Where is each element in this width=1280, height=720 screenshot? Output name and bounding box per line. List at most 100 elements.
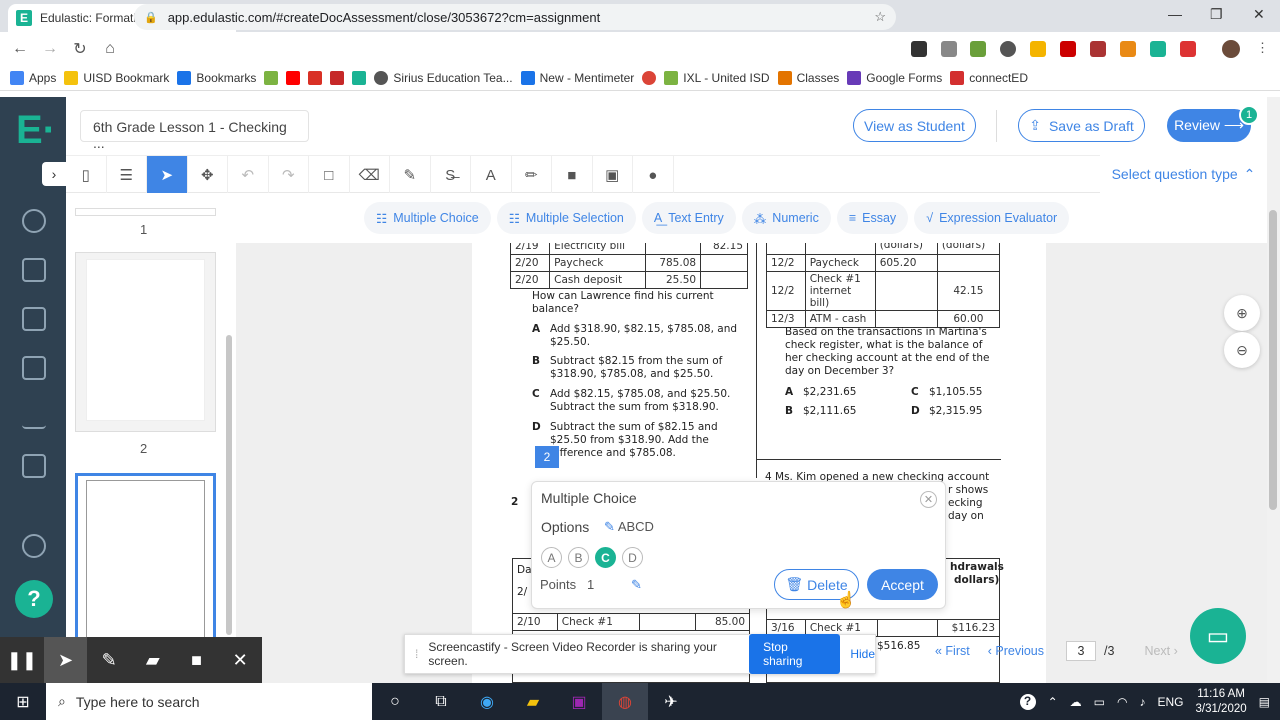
undo-icon[interactable]: ↶ xyxy=(228,156,269,194)
battery-icon[interactable]: ▭ xyxy=(1094,695,1105,709)
extension-icon[interactable] xyxy=(970,41,986,57)
save-as-draft-button[interactable]: ⇪ Save as Draft xyxy=(1018,109,1145,142)
bookmark-edulastic[interactable] xyxy=(352,71,367,85)
page-scrollbar-thumb[interactable] xyxy=(1269,210,1277,510)
bookmark-apps[interactable]: Apps xyxy=(10,71,56,85)
question-marker[interactable]: 2 xyxy=(535,446,559,468)
expression-evaluator-button[interactable]: √ Expression Evaluator xyxy=(914,202,1070,234)
page-thumbnail-1-edge[interactable] xyxy=(75,208,216,216)
bookmark-f[interactable] xyxy=(330,71,345,85)
playlist-icon[interactable] xyxy=(22,307,46,331)
cursor-tool-icon[interactable]: ➤ xyxy=(43,637,88,683)
extension-scissors-icon[interactable] xyxy=(941,41,957,57)
forward-icon[interactable]: → xyxy=(35,40,65,58)
comment-icon[interactable]: ● xyxy=(633,156,674,194)
pointer-icon[interactable]: ➤ xyxy=(147,156,188,194)
help-icon[interactable]: ? xyxy=(15,580,53,618)
onedrive-icon[interactable]: ☁ xyxy=(1070,695,1082,709)
bookmark-sirius[interactable]: Sirius Education Tea... xyxy=(374,71,513,85)
home-icon[interactable]: ⌂ xyxy=(95,40,125,58)
move-icon[interactable]: ✥ xyxy=(188,156,228,194)
choice-a[interactable]: A xyxy=(541,547,562,568)
extension-icon[interactable] xyxy=(1120,41,1136,57)
app-icon[interactable]: ✈ xyxy=(648,683,694,720)
dashboard-icon[interactable] xyxy=(22,209,46,233)
highlighter-tool-icon[interactable]: ▰ xyxy=(131,637,175,683)
wifi-icon[interactable]: ◠ xyxy=(1117,695,1127,709)
maximize-icon[interactable]: ❐ xyxy=(1210,6,1223,23)
app-icon[interactable]: ▣ xyxy=(556,683,602,720)
profile-avatar[interactable] xyxy=(1222,40,1240,58)
clock[interactable]: 11:16 AM 3/31/2020 xyxy=(1195,687,1246,717)
manage-class-icon[interactable] xyxy=(22,454,46,478)
library-icon[interactable] xyxy=(22,356,46,380)
assessment-title-field[interactable]: 6th Grade Lesson 1 - Checking ... xyxy=(80,110,309,151)
multiple-selection-button[interactable]: ☷ Multiple Selection xyxy=(496,202,636,234)
choice-b[interactable]: B xyxy=(568,547,589,568)
numeric-button[interactable]: ⁂ Numeric xyxy=(741,202,831,234)
options-edit-button[interactable]: ✎ ABCD xyxy=(604,519,654,535)
chrome-taskbar-icon[interactable]: ◍ xyxy=(602,683,648,720)
task-view-icon[interactable]: ⧉ xyxy=(418,683,464,720)
minimize-icon[interactable]: — xyxy=(1168,6,1182,22)
pencil-icon[interactable]: ✏ xyxy=(512,156,552,194)
help-tray-icon[interactable]: ? xyxy=(1019,693,1036,710)
choice-c[interactable]: C xyxy=(595,547,616,568)
video-icon[interactable]: ■ xyxy=(552,156,593,194)
rectangle-icon[interactable]: □ xyxy=(309,156,350,194)
bookmark-icon-only[interactable] xyxy=(264,71,279,85)
assignments-icon[interactable] xyxy=(22,258,46,282)
windows-start-icon[interactable]: ⊞ xyxy=(0,683,46,720)
view-as-student-button[interactable]: View as Student xyxy=(853,109,976,142)
language-indicator[interactable]: ENG xyxy=(1157,695,1183,709)
bookmark-bookmarks[interactable]: Bookmarks xyxy=(177,71,256,85)
chrome-menu-icon[interactable]: ⋮ xyxy=(1256,40,1269,56)
bookmark-connected[interactable]: connectED xyxy=(950,71,1028,85)
previous-page-button[interactable]: ‹ Previous xyxy=(988,644,1044,658)
notifications-icon[interactable]: ▤ xyxy=(1259,695,1270,709)
thumbnail-scrollbar[interactable] xyxy=(226,335,232,635)
bookmark-uisd[interactable]: UISD Bookmark xyxy=(64,71,169,85)
zoom-in-icon[interactable]: ⊕ xyxy=(1224,295,1260,331)
bookmark-gmail[interactable] xyxy=(308,71,323,85)
choice-d[interactable]: D xyxy=(622,547,643,568)
list-icon[interactable]: ☰ xyxy=(107,156,147,194)
pdf-extension-icon[interactable] xyxy=(1060,41,1076,57)
close-toolbar-icon[interactable]: ✕ xyxy=(218,637,262,683)
close-window-icon[interactable]: ✕ xyxy=(1253,6,1265,23)
rocket-icon[interactable] xyxy=(22,534,46,558)
points-value[interactable]: 1 xyxy=(587,577,594,592)
insights-icon[interactable] xyxy=(22,405,46,429)
bookmark-chrome[interactable] xyxy=(642,71,657,85)
pen-tool-icon[interactable]: ✎ xyxy=(87,637,131,683)
page-thumbnail-2[interactable] xyxy=(75,473,216,643)
extension-icon[interactable] xyxy=(1090,41,1106,57)
select-question-type-toggle[interactable]: Select question type ⌃ xyxy=(1100,155,1267,193)
back-icon[interactable]: ← xyxy=(5,40,35,58)
page-input[interactable]: 3 xyxy=(1066,641,1097,661)
page-thumbnail-1[interactable] xyxy=(75,252,216,432)
bookmark-star-icon[interactable]: ☆ xyxy=(874,9,886,25)
edulastic-logo[interactable]: E· xyxy=(16,108,56,153)
bookmark-youtube[interactable] xyxy=(286,71,301,85)
expand-panel-icon[interactable]: › xyxy=(42,162,66,186)
pause-icon[interactable]: ❚❚ xyxy=(0,637,44,683)
close-popup-icon[interactable]: ✕ xyxy=(920,491,937,508)
extension-icon[interactable] xyxy=(1180,41,1196,57)
chevron-up-icon[interactable]: ⌃ xyxy=(1048,695,1058,709)
bookmark-ixl[interactable]: IXL - United ISD xyxy=(664,71,770,85)
eraser-icon[interactable]: ⌫ xyxy=(350,156,390,194)
next-page-button[interactable]: Next › xyxy=(1144,644,1177,658)
highlighter-icon[interactable]: ✎ xyxy=(390,156,431,194)
redo-icon[interactable]: ↷ xyxy=(269,156,309,194)
url-field[interactable]: 🔒 app.edulastic.com/#createDocAssessment… xyxy=(134,4,896,30)
bookmark-mentimeter[interactable]: New - Mentimeter xyxy=(520,71,634,85)
camera-icon[interactable]: ■ xyxy=(175,637,219,683)
edge-icon[interactable]: ◉ xyxy=(464,683,510,720)
drag-handle-icon[interactable]: ⁞ xyxy=(415,647,418,661)
edit-points-icon[interactable]: ✎ xyxy=(631,577,642,593)
extension-power-icon[interactable] xyxy=(1000,41,1016,57)
extension-rocket-icon[interactable] xyxy=(911,41,927,57)
stop-sharing-button[interactable]: Stop sharing xyxy=(749,634,841,674)
accept-button[interactable]: Accept xyxy=(867,569,938,600)
